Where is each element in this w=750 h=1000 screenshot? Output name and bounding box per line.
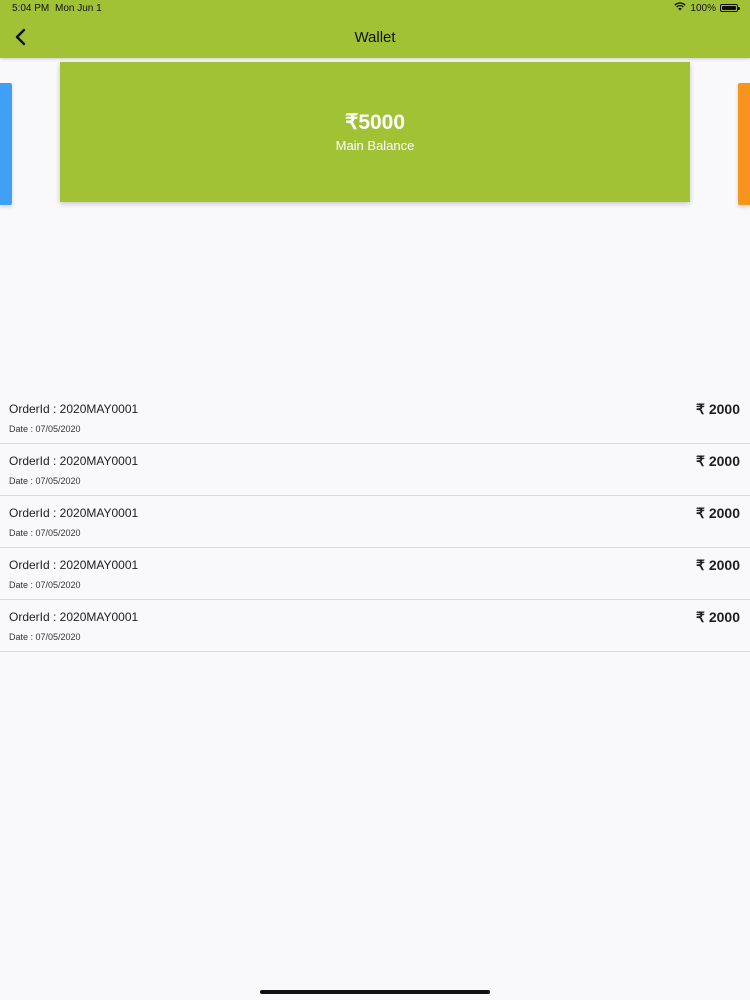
- order-amount: ₹ 2000: [696, 453, 740, 469]
- transaction-row[interactable]: OrderId : 2020MAY0001 Date : 07/05/2020 …: [0, 496, 750, 548]
- status-time: 5:04 PM: [12, 3, 50, 14]
- order-date: Date : 07/05/2020: [9, 580, 81, 590]
- order-date: Date : 07/05/2020: [9, 528, 81, 538]
- transaction-row[interactable]: OrderId : 2020MAY0001 Date : 07/05/2020 …: [0, 392, 750, 444]
- order-id: OrderId : 2020MAY0001: [9, 610, 139, 624]
- order-amount: ₹ 2000: [696, 505, 740, 521]
- order-amount: ₹ 2000: [696, 557, 740, 573]
- next-wallet-card[interactable]: [738, 83, 750, 205]
- order-amount: ₹ 2000: [696, 401, 740, 417]
- order-amount: ₹ 2000: [696, 609, 740, 625]
- battery-icon: [720, 4, 740, 12]
- status-bar: 5:04 PM Mon Jun 1 100%: [0, 0, 750, 18]
- balance-amount: ₹5000: [344, 111, 406, 134]
- transaction-row[interactable]: OrderId : 2020MAY0001 Date : 07/05/2020 …: [0, 600, 750, 652]
- transaction-list: OrderId : 2020MAY0001 Date : 07/05/2020 …: [0, 392, 750, 652]
- wifi-icon: [674, 2, 687, 14]
- previous-wallet-card[interactable]: [0, 83, 12, 205]
- order-id: OrderId : 2020MAY0001: [9, 558, 139, 572]
- transaction-row[interactable]: OrderId : 2020MAY0001 Date : 07/05/2020 …: [0, 444, 750, 496]
- order-id: OrderId : 2020MAY0001: [9, 506, 139, 520]
- battery-percent: 100%: [690, 2, 716, 14]
- transaction-row[interactable]: OrderId : 2020MAY0001 Date : 07/05/2020 …: [0, 548, 750, 600]
- status-date: Mon Jun 1: [55, 3, 102, 14]
- home-indicator[interactable]: [260, 990, 490, 994]
- order-date: Date : 07/05/2020: [9, 424, 81, 434]
- main-balance-card[interactable]: ₹5000 Main Balance: [60, 62, 690, 202]
- order-date: Date : 07/05/2020: [9, 476, 81, 486]
- order-date: Date : 07/05/2020: [9, 632, 81, 642]
- app-header: 5:04 PM Mon Jun 1 100% Wallet: [0, 0, 750, 58]
- page-title: Wallet: [354, 29, 396, 46]
- status-indicators: 100%: [674, 2, 740, 14]
- order-id: OrderId : 2020MAY0001: [9, 454, 139, 468]
- balance-label: Main Balance: [335, 138, 415, 153]
- order-id: OrderId : 2020MAY0001: [9, 402, 139, 416]
